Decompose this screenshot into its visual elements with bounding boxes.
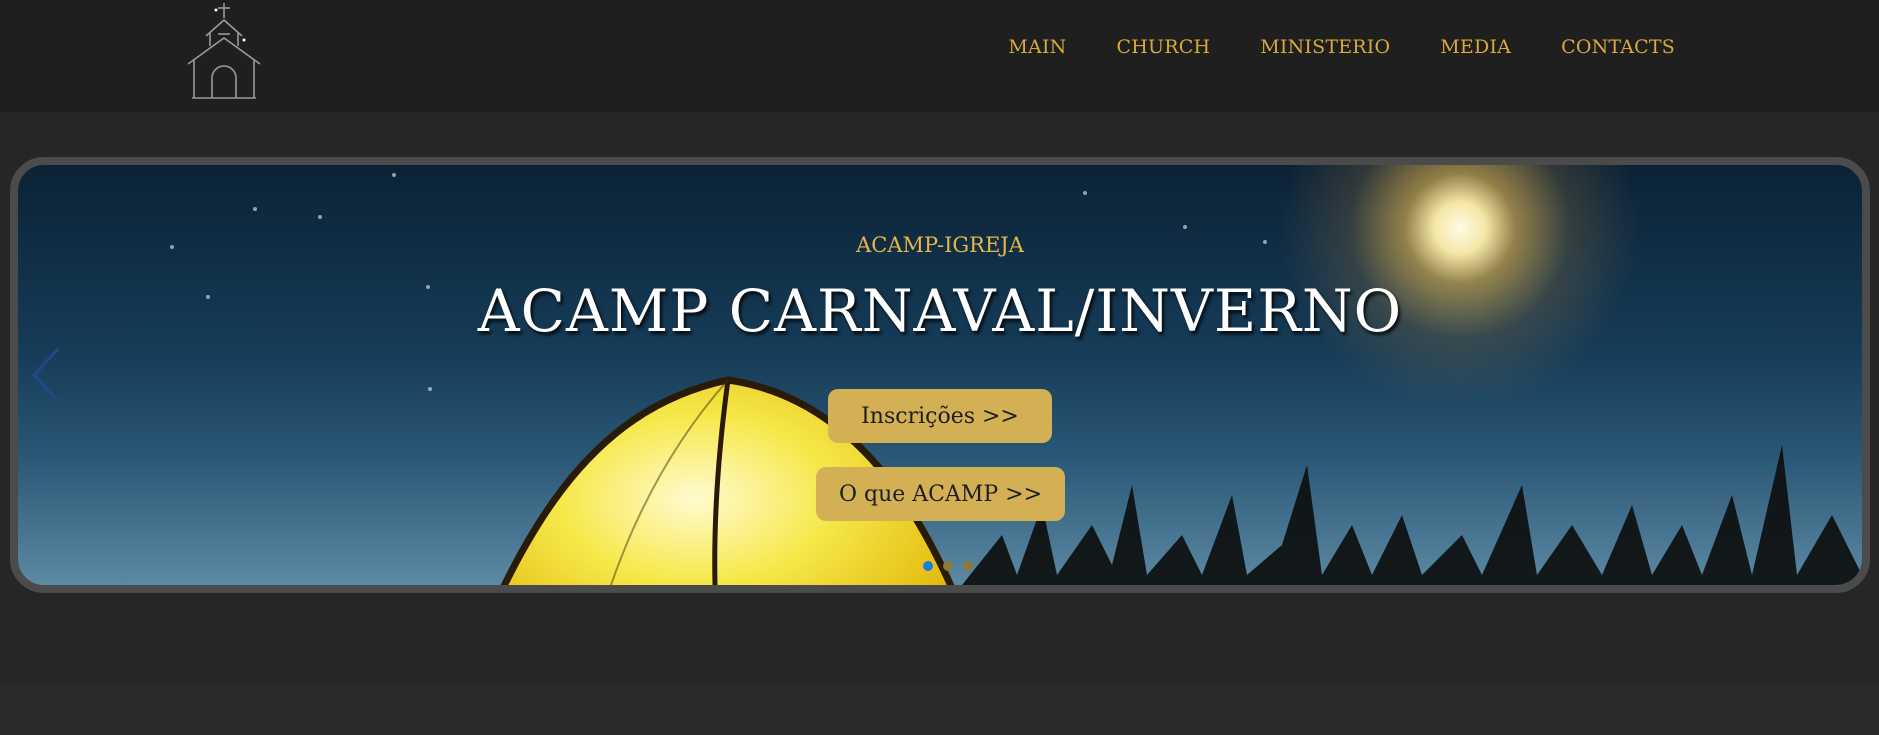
nav-main[interactable]: MAIN (1008, 36, 1066, 58)
hero-subtitle: ACAMP-IGREJA (856, 233, 1024, 257)
church-logo-icon[interactable] (184, 0, 264, 102)
nav-ministerio[interactable]: MINISTERIO (1260, 36, 1390, 58)
nav-contacts[interactable]: CONTACTS (1561, 36, 1675, 58)
main-navigation: MAIN CHURCH MINISTERIO MEDIA CONTACTS (1008, 36, 1675, 58)
star (318, 215, 322, 219)
star (428, 387, 432, 391)
inscricoes-button[interactable]: Inscrições >> (828, 389, 1052, 443)
star (392, 173, 396, 177)
star (253, 207, 257, 211)
nav-media[interactable]: MEDIA (1440, 36, 1511, 58)
hero-slider[interactable]: ACAMP-IGREJA ACAMP CARNAVAL/INVERNO Insc… (10, 157, 1870, 593)
page-bottom (0, 685, 1879, 735)
star (1183, 225, 1187, 229)
slide-dot-1[interactable] (923, 561, 933, 571)
site-header: MAIN CHURCH MINISTERIO MEDIA CONTACTS (0, 0, 1879, 112)
nav-church[interactable]: CHURCH (1117, 36, 1211, 58)
slide-dot-3[interactable] (963, 561, 973, 571)
star (1083, 191, 1087, 195)
slide-dot-2[interactable] (943, 561, 953, 571)
slide-indicators (923, 561, 973, 571)
chevron-left-icon[interactable] (28, 345, 68, 405)
grass-silhouette (962, 445, 1862, 585)
hero-title: ACAMP CARNAVAL/INVERNO (477, 277, 1403, 345)
o-que-acamp-button[interactable]: O que ACAMP >> (816, 467, 1065, 521)
